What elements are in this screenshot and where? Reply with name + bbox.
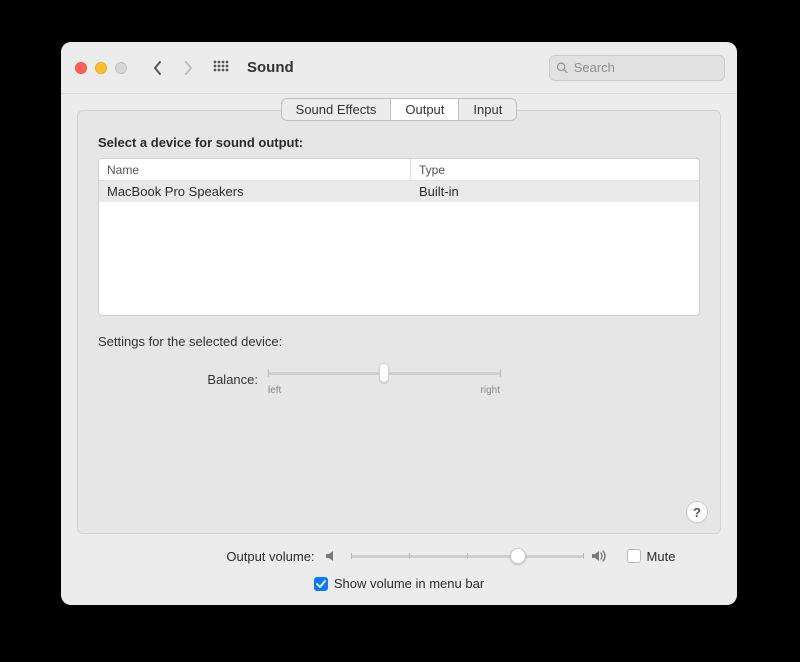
device-table: Name Type MacBook Pro Speakers Built-in [98,158,700,316]
forward-button[interactable] [177,53,199,83]
tab-input[interactable]: Input [459,99,516,120]
balance-right-label: right [481,385,500,396]
zoom-window-button[interactable] [115,62,127,74]
balance-knob[interactable] [379,363,389,383]
search-field-wrap[interactable] [549,55,725,81]
bottom-controls: Output volume: [77,534,721,593]
output-volume-row: Output volume: [77,546,721,566]
volume-knob[interactable] [510,548,526,564]
body-area: Sound Effects Output Input Select a devi… [61,94,737,605]
tabs: Sound Effects Output Input [78,98,720,121]
speaker-low-icon [323,549,343,563]
col-header-type[interactable]: Type [411,159,699,180]
window-controls [75,62,127,74]
window-title: Sound [247,59,294,76]
device-row[interactable]: MacBook Pro Speakers Built-in [99,181,699,202]
select-device-label: Select a device for sound output: [98,135,700,150]
tab-sound-effects[interactable]: Sound Effects [282,99,392,120]
col-header-name[interactable]: Name [99,159,411,180]
minimize-window-button[interactable] [95,62,107,74]
mute-label: Mute [647,549,676,564]
toolbar: Sound [61,42,737,94]
show-volume-row[interactable]: Show volume in menu bar [77,576,721,591]
back-button[interactable] [147,53,169,83]
settings-heading: Settings for the selected device: [98,334,700,349]
device-table-header: Name Type [99,159,699,181]
menubar-label: Show volume in menu bar [334,576,484,591]
help-button[interactable]: ? [686,501,708,523]
mute-control[interactable]: Mute [627,549,676,564]
mute-checkbox[interactable] [627,549,641,563]
main-panel: Sound Effects Output Input Select a devi… [77,110,721,534]
balance-row: Balance: left right [98,363,700,396]
output-volume-label: Output volume: [123,549,315,564]
balance-slider[interactable] [268,363,500,383]
show-all-button[interactable] [209,56,233,80]
preferences-window: Sound Sound Effects Output Input Select … [61,42,737,605]
device-name: MacBook Pro Speakers [99,184,411,199]
menubar-checkbox[interactable] [314,577,328,591]
search-input[interactable] [572,59,718,76]
speaker-high-icon [591,549,611,563]
output-volume-slider[interactable] [351,546,583,566]
close-window-button[interactable] [75,62,87,74]
device-type: Built-in [411,184,699,199]
search-icon [556,61,568,74]
balance-left-label: left [268,385,281,396]
tab-output[interactable]: Output [391,99,459,120]
balance-label: Balance: [98,372,268,387]
tab-segment: Sound Effects Output Input [281,98,518,121]
